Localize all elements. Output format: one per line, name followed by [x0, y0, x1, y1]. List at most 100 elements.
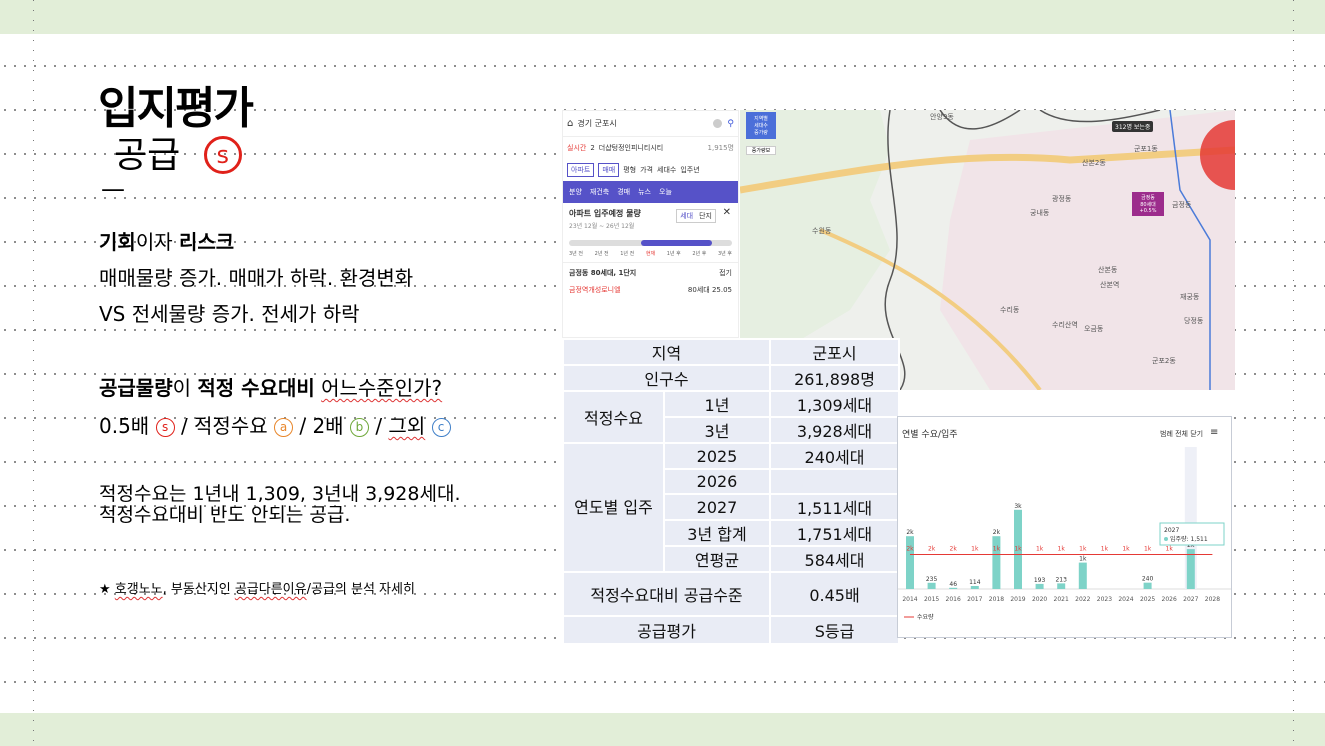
note-link-hogang[interactable]: 호갱노노 — [115, 582, 163, 597]
bar-label: 2k — [993, 529, 1001, 536]
grade-scale-line: 0.5배 s / 적정수요 a / 2배 b / 그외 c — [99, 410, 451, 439]
map-label: 당정동 — [1184, 317, 1204, 325]
list-item[interactable]: 금정역개성로니엘 80세대 25.05 — [569, 285, 732, 295]
unit-toggle[interactable]: 세대 단지 — [676, 209, 716, 223]
toggle-complex[interactable]: 단지 — [696, 210, 715, 222]
subtitle-text: 공급 — [114, 135, 181, 176]
supply-bar — [1057, 583, 1066, 589]
map-label: 군포1동 — [1134, 145, 1158, 153]
grade-a-icon: a — [274, 418, 293, 437]
scale-c-label: 그외 — [388, 414, 426, 438]
list-item-name: 금정역개성로니엘 — [569, 286, 621, 294]
list-header: 금정동 80세대, 1단지 접기 — [569, 268, 732, 278]
supply-bar — [949, 587, 958, 589]
supply-bar — [1186, 549, 1195, 589]
year-cell: 2027 — [662, 493, 772, 521]
demand-value: 3,928세대 — [769, 416, 901, 444]
keyword-opportunity: 기회 — [99, 230, 136, 254]
chip-price[interactable]: 가격 — [640, 165, 653, 175]
supply-table: 지역 군포시 인구수 261,898명 적정수요 1년 1,309세대 3년 3,928세… — [561, 338, 901, 645]
scale-a-label: / 적정수요 — [180, 414, 268, 438]
nav-presale[interactable]: 분양 — [569, 187, 582, 197]
home-icon[interactable]: ⌂ — [567, 118, 573, 129]
bar-label: 114 — [969, 579, 981, 586]
search-icon[interactable]: ⚲ — [727, 119, 734, 129]
trend-row[interactable]: 실시간 2 더샵텅정인피니티시티 1,915명 — [563, 137, 738, 159]
nav-rebuild[interactable]: 재건축 — [590, 187, 609, 197]
clear-icon[interactable] — [713, 119, 723, 128]
evaluation-label: 공급평가 — [561, 615, 772, 645]
grid-line — [33, 0, 34, 746]
demand-period: 3년 — [662, 416, 772, 444]
bar-label: 235 — [926, 576, 938, 583]
list-item-units: 80세대 — [687, 286, 710, 294]
question-line: 공급물량이 적정 수요대비 어느수준인가? — [99, 372, 442, 401]
grade-b-icon: b — [349, 418, 369, 437]
supply-bar — [1143, 582, 1152, 589]
population-value: 261,898명 — [769, 364, 901, 392]
demand-label: 1k — [971, 545, 979, 552]
complex-marker[interactable]: 금정동 80세대 +0.5% — [1132, 192, 1164, 216]
demand-label: 1k — [1144, 545, 1152, 552]
supply-bar — [927, 582, 936, 589]
x-tick-label: 2018 — [989, 596, 1004, 603]
x-tick-label: 2014 — [902, 596, 917, 603]
tl-label: 1년 전 — [620, 251, 635, 257]
bottom-band — [0, 713, 1325, 746]
chip-apartment[interactable]: 아파트 — [567, 163, 595, 177]
x-tick-label: 2015 — [924, 596, 939, 603]
chip-households[interactable]: 세대수 — [657, 165, 676, 175]
map-label: 오금동 — [1084, 325, 1104, 333]
ratio-label: 적정수요대비 공급수준 — [561, 571, 772, 617]
chip-size[interactable]: 평형 — [623, 165, 636, 175]
note-text: , 부동산지인 — [162, 582, 235, 597]
close-icon[interactable]: ✕ — [723, 207, 731, 218]
map-label: 산본역 — [1100, 281, 1120, 289]
supply-bar — [970, 585, 979, 589]
range-slider[interactable] — [569, 240, 732, 246]
supply-panel: 아파트 입주예정 물량 23년 12월 ~ 26년 12월 세대 단지 ✕ 3년… — [563, 203, 738, 262]
x-tick-label: 2021 — [1054, 596, 1069, 603]
sale-line: 매매물량 증가. 매매가 하락. 환경변화 — [99, 266, 414, 290]
demand-label: 1k — [1101, 545, 1109, 552]
nav-news[interactable]: 뉴스 — [638, 187, 651, 197]
keyword-risk: 리스크 — [178, 230, 235, 254]
supply-bar — [1078, 562, 1087, 589]
toggle-households[interactable]: 세대 — [677, 210, 696, 222]
list-close[interactable]: 접기 — [719, 268, 732, 278]
map-label: 광정동 — [1052, 195, 1072, 203]
tooltip-swatch — [1164, 537, 1168, 541]
nav-auction[interactable]: 경매 — [617, 187, 630, 197]
scale-s-label: 0.5배 — [99, 414, 150, 438]
grade-c-icon: c — [431, 418, 451, 437]
bar-label: 213 — [1055, 576, 1067, 583]
map-label: 산본동 — [1098, 266, 1118, 274]
search-bar[interactable]: ⌂ 경기 군포시 ⚲ — [563, 111, 738, 137]
x-tick-label: 2020 — [1032, 596, 1047, 603]
overlay-toggle-button[interactable]: 지역별 세대수 증가량 — [746, 112, 776, 139]
supply-bar — [992, 536, 1001, 589]
bar-label: 2k — [906, 529, 914, 536]
tl-label: 2년 후 — [692, 251, 707, 257]
star-icon: ★ — [99, 582, 111, 597]
search-input[interactable]: 경기 군포시 — [577, 118, 713, 129]
demand-period: 1년 — [662, 390, 772, 418]
nav-today[interactable]: 오늘 — [659, 187, 672, 197]
result-list: 금정동 80세대, 1단지 접기 금정역개성로니엘 80세대 25.05 — [563, 262, 738, 300]
tl-label: 1년 후 — [666, 251, 681, 257]
timeline-labels: 3년 전 2년 전 1년 전 현재 1년 후 2년 후 3년 후 — [569, 250, 732, 257]
tl-label: 3년 후 — [717, 251, 732, 257]
slide-subtitle: 공급 s — [114, 126, 242, 178]
overlay-sub-button[interactable]: 증가량보 — [746, 146, 776, 155]
title-dash: — — [101, 175, 125, 203]
evaluation-value: S등급 — [769, 615, 901, 645]
chip-move-in[interactable]: 입주년 — [680, 165, 699, 175]
x-tick-label: 2019 — [1010, 596, 1025, 603]
demand-label: 1k — [1079, 545, 1087, 552]
bar-label: 240 — [1142, 576, 1154, 583]
note-link-reason[interactable]: 공급다른이유 — [235, 582, 307, 597]
scale-b-label: / 2배 — [299, 414, 344, 438]
chart-plot: 2k 2014 235 2015 46 2016 114 2017 2k 2018 3k 2019 19… — [898, 447, 1231, 621]
trend-count: 1,915명 — [707, 144, 734, 152]
chip-sale[interactable]: 매매 — [598, 163, 620, 177]
